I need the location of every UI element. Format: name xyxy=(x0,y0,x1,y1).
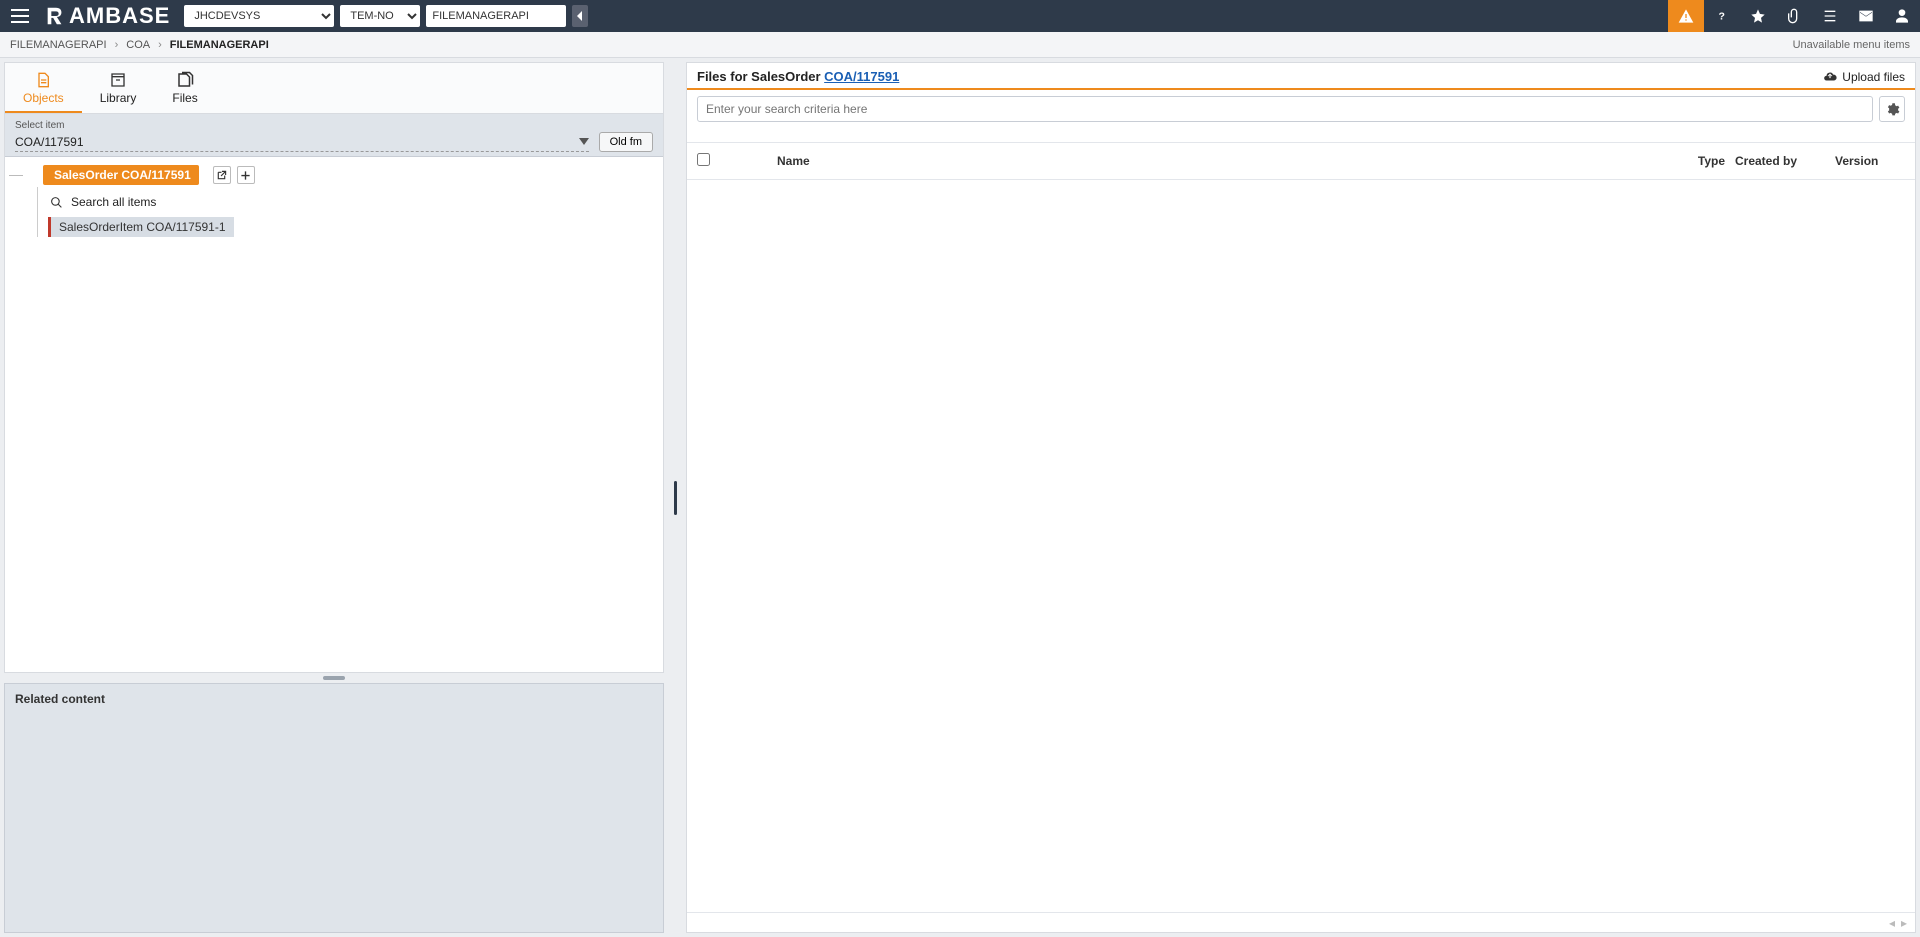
breadcrumb: FILEMANAGERAPI › COA › FILEMANAGERAPI Un… xyxy=(0,32,1920,58)
select-item-value: COA/117591 xyxy=(15,135,84,149)
plus-icon xyxy=(240,170,251,181)
files-settings-button[interactable] xyxy=(1879,96,1905,122)
files-pager: ◂ ▸ xyxy=(687,912,1915,932)
external-link-icon xyxy=(216,170,227,181)
right-panel: Files for SalesOrder COA/117591 Upload f… xyxy=(686,62,1916,933)
upload-files-button[interactable]: Upload files xyxy=(1822,70,1905,84)
topbar: AMBASE JHCDEVSYS TEM-NO ? xyxy=(0,0,1920,32)
open-external-button[interactable] xyxy=(213,166,231,184)
upload-files-label: Upload files xyxy=(1842,70,1905,84)
files-table-body xyxy=(687,180,1915,912)
attachments-button[interactable] xyxy=(1776,0,1812,32)
topbar-icon-group: ? xyxy=(1668,0,1920,32)
tab-files[interactable]: Files xyxy=(154,63,215,113)
locale-select[interactable]: TEM-NO xyxy=(340,5,420,27)
files-title: Files for SalesOrder COA/117591 xyxy=(697,69,899,84)
breadcrumb-separator: › xyxy=(158,39,162,51)
left-tabs: Objects Library Files xyxy=(5,63,663,114)
unavailable-menu-items-link[interactable]: Unavailable menu items xyxy=(1793,39,1910,51)
left-panel: Objects Library Files Select it xyxy=(4,62,664,933)
tab-library[interactable]: Library xyxy=(82,63,155,113)
warning-icon xyxy=(1678,8,1694,24)
files-title-prefix: Files for SalesOrder xyxy=(697,69,824,84)
user-button[interactable] xyxy=(1884,0,1920,32)
old-fm-button[interactable]: Old fm xyxy=(599,132,653,152)
object-tree: SalesOrder COA/117591 Search all items xyxy=(5,157,663,672)
left-upper-card: Objects Library Files Select it xyxy=(4,62,664,673)
select-item-label: Select item xyxy=(15,120,589,131)
tab-label: Library xyxy=(100,91,137,105)
files-header: Files for SalesOrder COA/117591 Upload f… xyxy=(687,63,1915,90)
files-column-created-by[interactable]: Created by xyxy=(1735,154,1835,168)
app-logo: AMBASE xyxy=(44,3,170,29)
messages-button[interactable] xyxy=(1848,0,1884,32)
command-history-button[interactable] xyxy=(572,5,588,27)
hamburger-icon xyxy=(11,9,29,23)
breadcrumb-item-current: FILEMANAGERAPI xyxy=(170,39,269,51)
related-content-panel: Related content xyxy=(4,683,664,933)
user-icon xyxy=(1894,8,1910,24)
svg-text:?: ? xyxy=(1719,11,1725,23)
tree-node-child[interactable]: SalesOrderItem COA/117591-1 xyxy=(48,217,234,237)
tasks-button[interactable] xyxy=(1812,0,1848,32)
files-column-type[interactable]: Type xyxy=(1655,154,1735,168)
related-content-title: Related content xyxy=(15,692,653,706)
tree-connector xyxy=(9,175,23,176)
chevron-left-icon xyxy=(576,11,584,21)
pager-next[interactable]: ▸ xyxy=(1901,916,1907,930)
gear-icon xyxy=(1885,102,1900,117)
favorites-button[interactable] xyxy=(1740,0,1776,32)
tab-label: Objects xyxy=(23,91,64,105)
menu-toggle-button[interactable] xyxy=(0,0,40,32)
files-column-version[interactable]: Version xyxy=(1835,154,1905,168)
command-input[interactable] xyxy=(426,5,566,27)
add-node-button[interactable] xyxy=(237,166,255,184)
breadcrumb-separator: › xyxy=(115,39,119,51)
list-icon xyxy=(1822,8,1838,24)
breadcrumb-item[interactable]: COA xyxy=(126,39,150,51)
tree-node-root[interactable]: SalesOrder COA/117591 xyxy=(43,165,199,185)
vertical-splitter[interactable] xyxy=(672,62,678,933)
select-item-row: Select item COA/117591 Old fm xyxy=(5,114,663,157)
select-item-dropdown[interactable]: COA/117591 xyxy=(15,133,589,152)
app-logo-text: AMBASE xyxy=(69,3,170,29)
pager-prev[interactable]: ◂ xyxy=(1889,916,1895,930)
archive-icon xyxy=(109,71,127,89)
alerts-button[interactable] xyxy=(1668,0,1704,32)
horizontal-splitter[interactable] xyxy=(4,673,664,683)
breadcrumb-item[interactable]: FILEMANAGERAPI xyxy=(10,39,107,51)
tree-search-all[interactable]: Search all items xyxy=(48,191,659,213)
files-title-link[interactable]: COA/117591 xyxy=(824,69,899,84)
star-icon xyxy=(1750,8,1766,24)
document-icon xyxy=(34,71,52,89)
files-table-header: Name Type Created by Version xyxy=(687,142,1915,180)
tree-search-all-label: Search all items xyxy=(71,195,156,209)
chevron-down-icon xyxy=(579,138,589,146)
files-search-row xyxy=(687,90,1915,128)
files-icon xyxy=(176,71,194,89)
tab-objects[interactable]: Objects xyxy=(5,63,82,113)
files-search-input[interactable] xyxy=(697,96,1873,122)
tab-label: Files xyxy=(172,91,197,105)
files-column-name[interactable]: Name xyxy=(777,154,1655,168)
system-select[interactable]: JHCDEVSYS xyxy=(184,5,334,27)
help-button[interactable]: ? xyxy=(1704,0,1740,32)
main-layout: Objects Library Files Select it xyxy=(0,58,1920,937)
cloud-upload-icon xyxy=(1822,70,1838,84)
select-all-checkbox[interactable] xyxy=(697,153,710,166)
search-icon xyxy=(50,196,63,209)
mail-icon xyxy=(1858,8,1874,24)
files-select-all[interactable] xyxy=(697,153,737,169)
paperclip-icon xyxy=(1786,8,1802,24)
help-icon: ? xyxy=(1715,9,1729,23)
